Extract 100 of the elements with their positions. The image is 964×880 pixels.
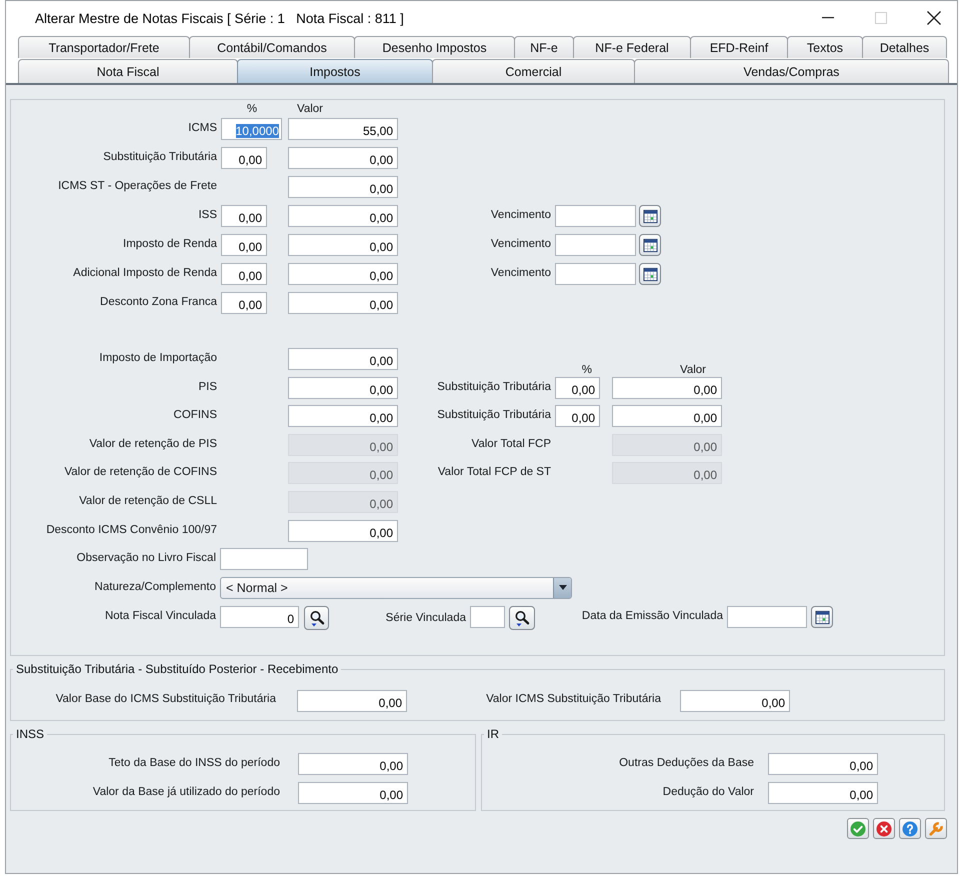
field-label: ICMS ST - Operações de Frete [58, 180, 217, 192]
percent-field[interactable]: 0,00 [221, 205, 267, 227]
field-label: COFINS [174, 409, 217, 422]
tab[interactable]: Impostos [237, 59, 433, 83]
field-label: Dedução do Valor [662, 786, 754, 798]
field-label: Adicional Imposto de Renda [73, 267, 217, 279]
percent-field[interactable]: 0,00 [221, 147, 267, 169]
date-field[interactable] [555, 234, 636, 256]
tab[interactable]: Contábil/Comandos [189, 36, 355, 58]
date-field[interactable] [555, 205, 636, 227]
tab[interactable]: NF-e [514, 36, 574, 58]
value-field[interactable]: 0,00 [612, 405, 722, 428]
field-label: Vencimento [490, 238, 551, 250]
help-icon [902, 820, 918, 836]
tab[interactable]: NF-e Federal [573, 36, 691, 58]
cancel-icon [876, 820, 892, 836]
column-header: Valor [680, 364, 706, 376]
field-label: Valor Total FCP [472, 438, 551, 450]
value-field[interactable]: 0,00 [288, 292, 398, 314]
field-label: Valor de retenção de COFINS [64, 466, 217, 478]
calendar-button[interactable] [639, 234, 661, 256]
calendar-button[interactable] [639, 263, 661, 285]
tab[interactable]: Nota Fiscal [18, 59, 238, 83]
field-label: Valor Base do ICMS Substituição Tributária [56, 693, 276, 705]
search-button[interactable] [509, 606, 535, 630]
column-header: % [246, 103, 258, 115]
tools-button[interactable] [925, 818, 947, 839]
percent-field[interactable]: 0,00 [555, 405, 600, 428]
value-field[interactable]: 0,00 [612, 376, 722, 399]
date-field[interactable] [555, 263, 636, 285]
percent-field[interactable]: 0,00 [221, 234, 267, 256]
help-button[interactable] [899, 818, 921, 839]
calendar-icon [642, 266, 658, 282]
text-field[interactable] [470, 606, 505, 628]
percent-field[interactable]: 10,0000 [221, 118, 282, 140]
value-field[interactable]: 0,00 [768, 753, 878, 775]
field-label: Imposto de Importação [99, 352, 217, 364]
text-field[interactable] [220, 548, 308, 570]
group-title: INSS [15, 727, 46, 741]
field-label: Substituição Tributária [103, 151, 217, 163]
field-label: Teto da Base do INSS do período [108, 757, 280, 769]
tab[interactable]: Detalhes [862, 36, 947, 58]
value-field[interactable]: 0,00 [288, 205, 398, 227]
field-label: Observação no Livro Fiscal [76, 552, 216, 564]
value-field[interactable]: 0,00 [288, 147, 398, 169]
field-label: Valor da Base já utilizado do período [92, 786, 280, 798]
group-title: IR [486, 727, 500, 741]
tab[interactable]: Comercial [432, 59, 635, 83]
calendar-button[interactable] [811, 606, 833, 628]
date-field[interactable] [727, 606, 807, 628]
field-label: Data da Emissão Vinculada [582, 610, 723, 622]
value-field[interactable]: 0,00 [288, 176, 398, 198]
confirm-button[interactable] [847, 818, 869, 839]
field-label: Série Vinculada [386, 612, 466, 624]
column-header: Valor [297, 103, 323, 115]
search-button[interactable] [304, 606, 329, 630]
maximize-icon [875, 12, 887, 24]
value-field[interactable]: 0,00 [288, 520, 398, 542]
tab[interactable]: Vendas/Compras [634, 59, 949, 83]
group-title: Substituição Tributária - Substituído Posterior - Recebimento [15, 662, 340, 676]
field-label: ISS [198, 209, 217, 221]
field-label: Vencimento [490, 267, 551, 279]
search-icon [514, 610, 530, 627]
percent-field[interactable]: 0,00 [555, 376, 600, 399]
calendar-icon [642, 238, 658, 252]
tab[interactable]: EFD-Reinf [690, 36, 788, 58]
percent-field[interactable]: 0,00 [221, 263, 267, 285]
tab[interactable]: Transportador/Frete [18, 36, 190, 58]
cancel-button[interactable] [873, 818, 895, 839]
field-label: Nota Fiscal Vinculada [104, 610, 216, 622]
window-title: Alterar Mestre de Notas Fiscais [ Série : 1 Nota Fiscal : 811 ] [35, 10, 404, 26]
value-field[interactable]: 0,00 [297, 690, 407, 712]
field-label: Valor de retenção de PIS [89, 438, 217, 450]
value-field[interactable]: 0,00 [288, 405, 398, 428]
field-label: ICMS [188, 122, 217, 134]
value-field[interactable]: 0,00 [288, 376, 398, 399]
value-field[interactable]: 0,00 [768, 782, 878, 804]
value-field[interactable]: 0,00 [298, 782, 408, 804]
tab[interactable]: Textos [787, 36, 863, 58]
value-field[interactable]: 0,00 [288, 234, 398, 256]
field-label: Valor Total FCP de ST [438, 466, 551, 478]
minimize-icon [822, 17, 834, 19]
field-label: Valor de retenção de CSLL [79, 494, 217, 507]
value-field[interactable]: 0,00 [680, 690, 790, 712]
calendar-button[interactable] [639, 205, 661, 227]
value-field[interactable]: 0,00 [288, 263, 398, 285]
field-label: Valor ICMS Substituição Tributária [486, 693, 661, 705]
field-label: Outras Deduções da Base [619, 757, 754, 769]
value-field[interactable]: 0,00 [298, 753, 408, 775]
value-field[interactable]: 0,00 [288, 348, 398, 370]
tab[interactable]: Desenho Impostos [354, 36, 515, 58]
check-icon [850, 820, 866, 836]
percent-field[interactable]: 0,00 [221, 292, 267, 314]
close-icon [927, 11, 941, 25]
text-field[interactable]: 0 [220, 606, 299, 628]
value-field[interactable]: 55,00 [288, 118, 398, 140]
calendar-icon [642, 208, 658, 224]
caret-icon [558, 585, 566, 590]
field-label: Desconto Zona Franca [100, 296, 217, 308]
dropdown[interactable]: < Normal > [220, 576, 572, 599]
